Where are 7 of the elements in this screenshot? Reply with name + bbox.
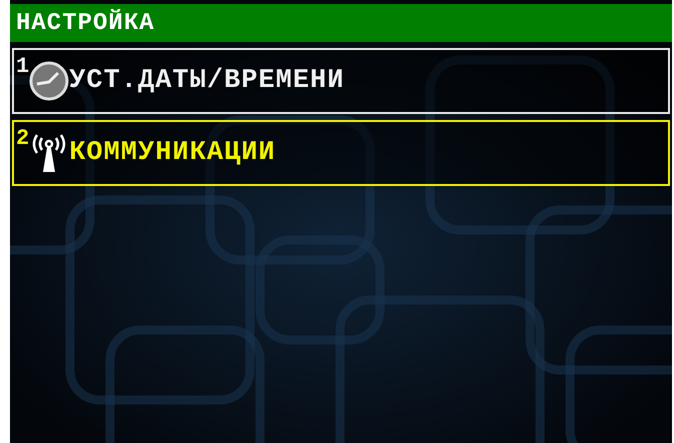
menu-item[interactable]: 1 УСТ.ДАТЫ/ВРЕМЕНИ: [12, 48, 670, 114]
menu-item[interactable]: 2 КОММУНИКАЦИИ: [12, 120, 670, 186]
item-label: УСТ.ДАТЫ/ВРЕМЕНИ: [69, 66, 344, 96]
screen-title: НАСТРОЙКА: [10, 4, 672, 42]
item-label: КОММУНИКАЦИИ: [69, 138, 276, 168]
item-number: 1: [16, 56, 30, 78]
item-number: 2: [16, 128, 30, 150]
